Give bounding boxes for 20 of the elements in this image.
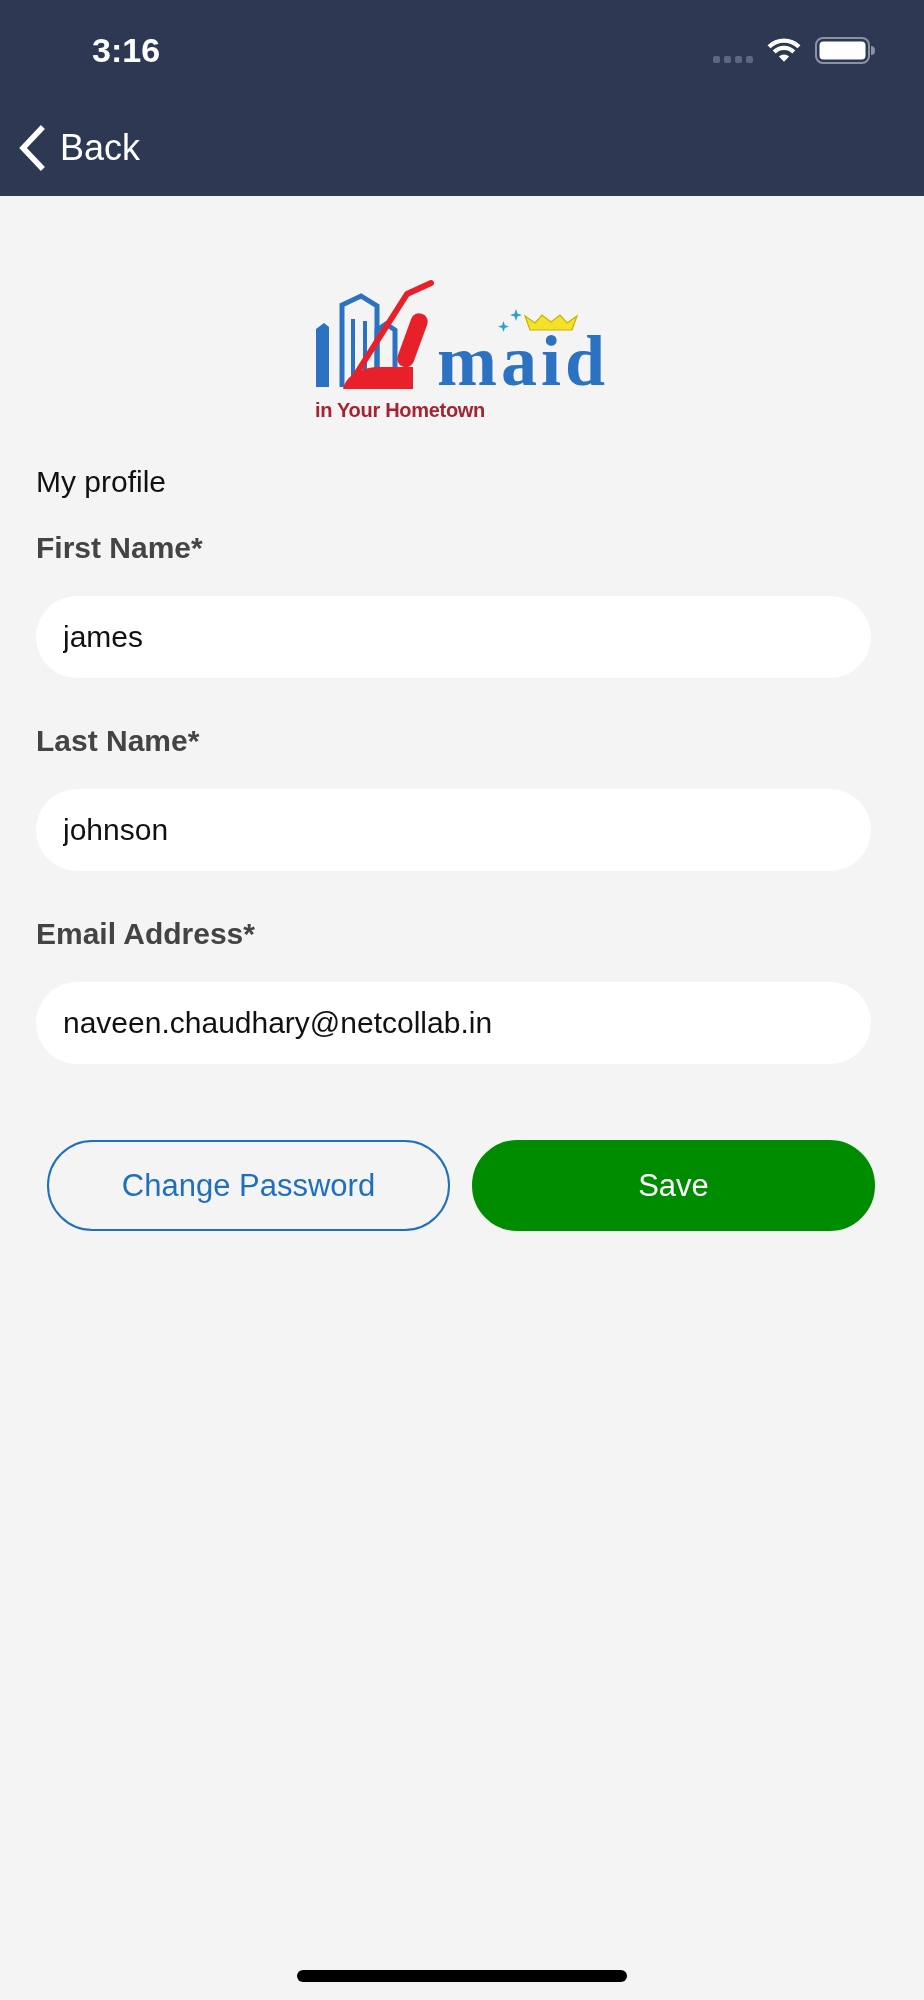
- save-button[interactable]: Save: [472, 1140, 875, 1231]
- field-label: Last Name*: [36, 723, 200, 759]
- change-password-button[interactable]: Change Password: [47, 1140, 450, 1231]
- crown-icon: [524, 314, 578, 332]
- input-field[interactable]: johnson: [36, 789, 871, 871]
- input-field[interactable]: naveen.chaudhary@netcollab.in: [36, 982, 871, 1064]
- back-button[interactable]: Back: [0, 125, 145, 171]
- wifi-icon: [767, 38, 801, 62]
- input-field[interactable]: james: [36, 596, 871, 678]
- signal-icon: [713, 55, 753, 63]
- sparkle-icon: [510, 309, 522, 322]
- sparkle-icon: [498, 321, 509, 333]
- chevron-left-icon: [18, 125, 45, 171]
- status-time: 3:16: [92, 30, 161, 70]
- battery-icon: [815, 36, 875, 64]
- logo-wordmark: maid: [437, 333, 609, 391]
- field-label: First Name*: [36, 530, 203, 566]
- logo-tagline: in Your Hometown: [315, 399, 485, 422]
- page-title: My profile: [36, 464, 167, 500]
- field-label: Email Address*: [36, 916, 255, 952]
